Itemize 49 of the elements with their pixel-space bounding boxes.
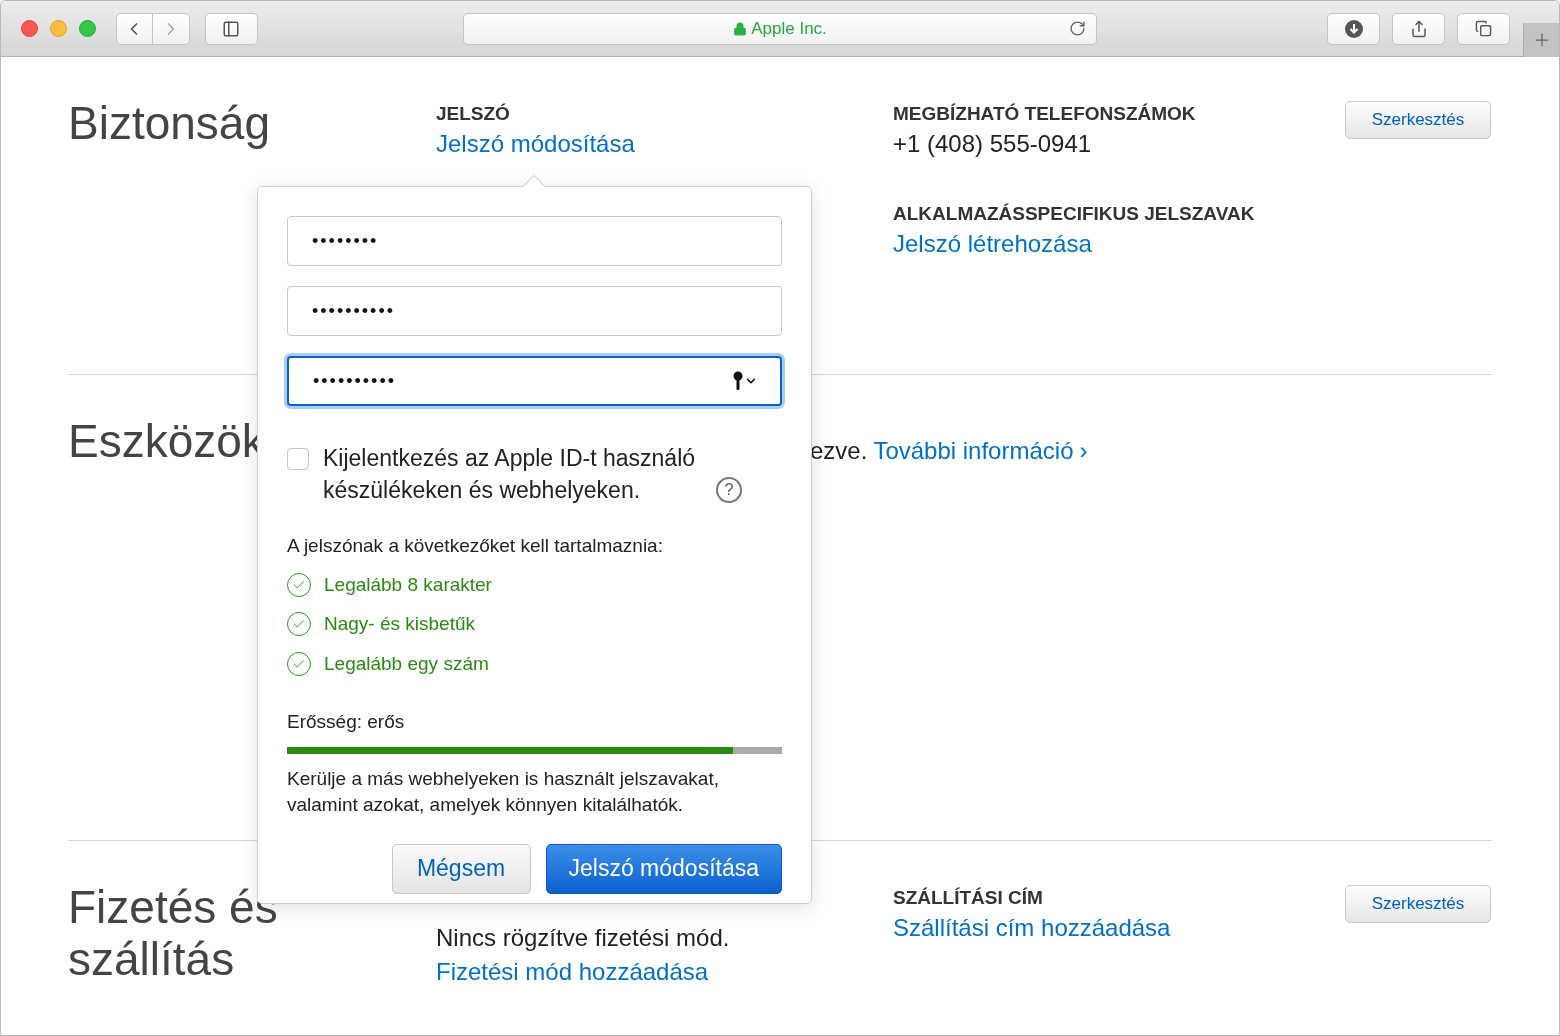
password-field[interactable]: •••••••••• xyxy=(287,356,782,406)
address-bar[interactable]: Apple Inc. xyxy=(462,12,1098,45)
more-info-link[interactable]: További információ xyxy=(873,433,1074,469)
requirement-text: Legalább 8 karakter xyxy=(324,572,492,597)
sidebar-button[interactable] xyxy=(204,12,258,45)
section-title: Eszközök xyxy=(68,415,265,467)
download-icon xyxy=(1343,18,1364,39)
strength-label: Erősség: erős xyxy=(287,710,406,734)
requirements-title: A jelszónak a következőket kell tartalmaznia: xyxy=(287,534,664,558)
edit-button[interactable]: Szerkesztés xyxy=(1345,101,1491,139)
value-text: Nincs rögzítve fizetési mód. xyxy=(436,923,730,953)
link[interactable]: Jelszó módosítása xyxy=(436,127,635,161)
requirement-text: Legalább egy szám xyxy=(324,651,489,676)
edit-button[interactable]: Szerkesztés xyxy=(1345,885,1491,923)
chevron-icon: › xyxy=(1079,433,1088,469)
link[interactable]: Szállítási cím hozzáadása xyxy=(893,911,1171,945)
primary-button[interactable]: Jelszó módosítása xyxy=(545,843,782,894)
hint-text: Kerülje a más webhelyeken is használt jelszavakat, valamint azokat, amelyek könnyen kitalálhatók. xyxy=(287,766,720,817)
section-heading: SZÁLLÍTÁSI CÍM xyxy=(893,886,1043,910)
checkbox-label: Kijelentkezés az Apple ID-t használó készülékeken és webhelyeken. xyxy=(323,444,697,505)
share-button[interactable] xyxy=(1392,12,1446,45)
reload-icon[interactable] xyxy=(1069,20,1087,37)
downloads-button[interactable] xyxy=(1327,12,1381,45)
forward-button[interactable] xyxy=(152,12,190,45)
section-heading: ALKALMAZÁSSPECIFIKUS JELSZAVAK xyxy=(893,202,1255,226)
section-title: Biztonság xyxy=(68,97,270,149)
new-tab-button[interactable] xyxy=(1523,22,1559,57)
requirement-text: Nagy- és kisbetűk xyxy=(324,612,475,636)
close-window-button[interactable] xyxy=(21,20,38,37)
link[interactable]: Jelszó létrehozása xyxy=(893,227,1092,261)
section-heading: JELSZÓ xyxy=(436,102,510,126)
key-icon xyxy=(733,371,743,391)
help-button[interactable]: ? xyxy=(716,477,742,503)
zoom-window-button[interactable] xyxy=(78,20,96,37)
tabs-icon xyxy=(1475,20,1493,37)
description-text: ezve. xyxy=(810,436,868,466)
checkbox[interactable] xyxy=(287,448,309,470)
link[interactable]: Fizetési mód hozzáadása xyxy=(436,955,709,989)
back-button[interactable] xyxy=(115,12,153,45)
tabs-button[interactable] xyxy=(1457,12,1511,45)
minimize-window-button[interactable] xyxy=(50,20,67,37)
value-text: +1 (408) 555-0941 xyxy=(893,129,1092,159)
site-name: Apple Inc. xyxy=(751,17,827,40)
password-field[interactable]: •••••••• xyxy=(287,216,782,266)
sidebar-icon xyxy=(222,19,241,38)
share-icon xyxy=(1409,19,1428,38)
password-field[interactable]: •••••••••• xyxy=(287,286,782,336)
section-heading: MEGBÍZHATÓ TELEFONSZÁMOK xyxy=(893,102,1196,126)
cancel-button[interactable]: Mégsem xyxy=(391,843,531,894)
